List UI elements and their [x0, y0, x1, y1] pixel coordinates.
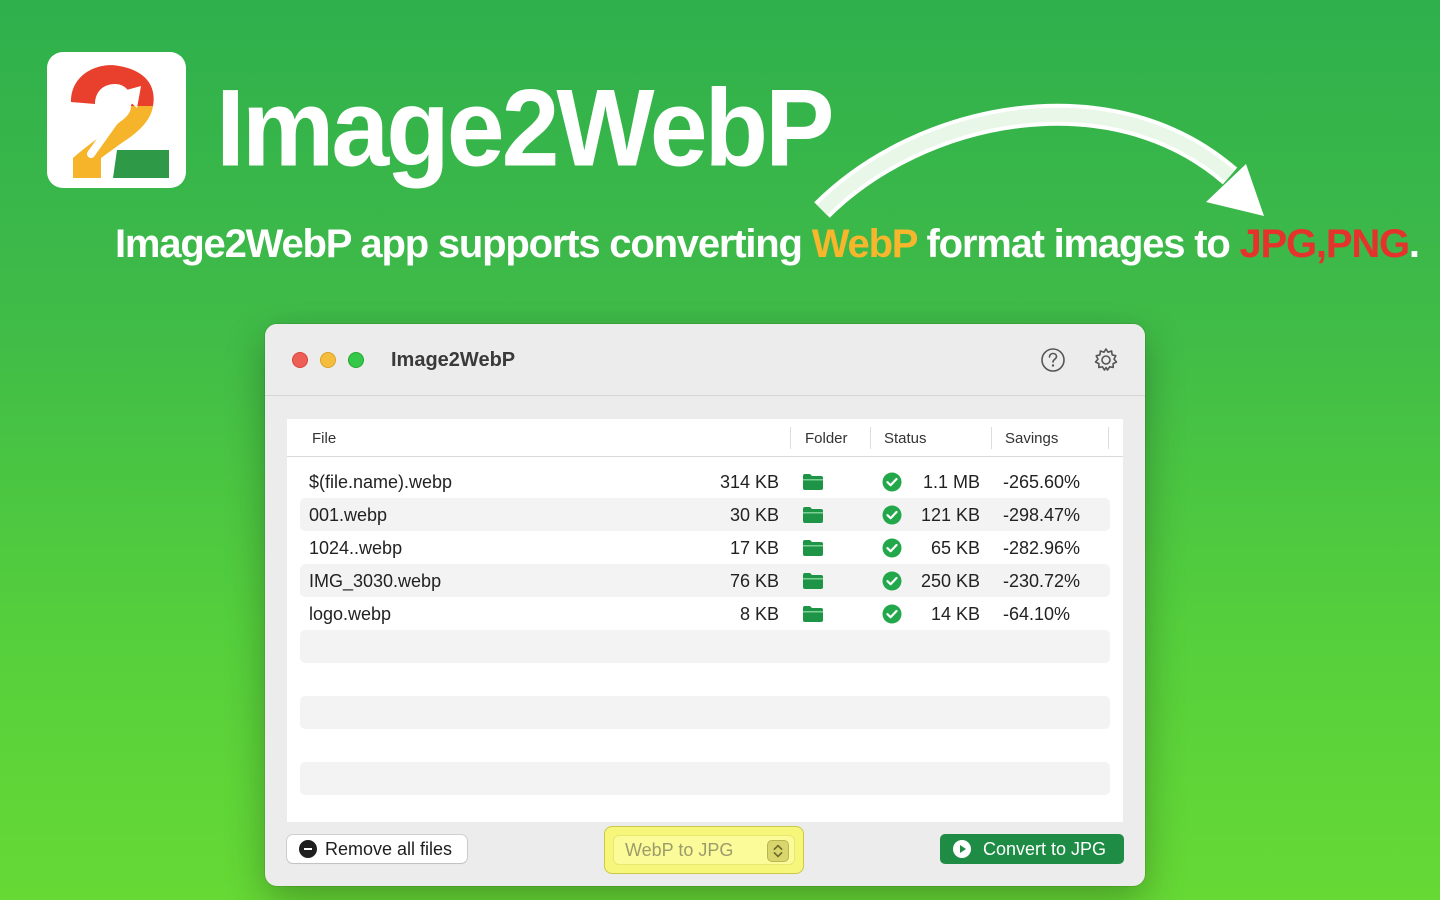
column-header-savings[interactable]: Savings: [1005, 429, 1058, 449]
converted-size: 121 KB: [920, 505, 980, 525]
brand-title: Image2WebP: [216, 68, 834, 190]
column-header-status[interactable]: Status: [884, 429, 927, 449]
converted-size: 65 KB: [930, 538, 980, 558]
converted-size: 14 KB: [930, 604, 980, 624]
savings-value: -282.96%: [1003, 538, 1081, 558]
file-name: IMG_3030.webp: [309, 571, 442, 591]
file-table: File Folder Status Savings $(file.name).…: [287, 419, 1123, 822]
app-window: Image2WebP File Folder Status Savings $(…: [265, 324, 1145, 886]
curved-arrow-icon: [814, 103, 1264, 218]
play-icon: [953, 840, 971, 858]
minus-circle-icon: [299, 840, 317, 858]
window-title: Image2WebP: [391, 349, 516, 371]
format-select-value: WebP to JPG: [625, 840, 734, 860]
empty-row: [300, 696, 1110, 729]
check-icon: [882, 538, 902, 558]
check-icon: [882, 604, 902, 624]
table-header: File Folder Status Savings: [287, 419, 1123, 457]
column-divider[interactable]: [1108, 427, 1109, 449]
convert-button-label: Convert to JPG: [983, 839, 1107, 859]
check-icon: [882, 571, 902, 591]
original-size: 17 KB: [729, 538, 779, 558]
original-size: 76 KB: [729, 571, 779, 591]
file-name: logo.webp: [309, 604, 392, 624]
column-header-folder[interactable]: Folder: [805, 429, 848, 449]
help-icon[interactable]: [1039, 346, 1067, 374]
check-icon: [882, 472, 902, 492]
column-divider[interactable]: [991, 427, 992, 449]
tagline-text-2: format images to: [916, 222, 1240, 266]
savings-value: -230.72%: [1003, 571, 1081, 591]
savings-value: -298.47%: [1003, 505, 1081, 525]
empty-row: [300, 729, 1110, 762]
folder-icon[interactable]: [803, 474, 823, 490]
tagline-highlight-formats: JPG,PNG: [1239, 222, 1410, 266]
converted-size: 250 KB: [920, 571, 980, 591]
zoom-window-button[interactable]: [348, 352, 364, 368]
format-select-highlight: WebP to JPG: [604, 826, 804, 874]
column-divider[interactable]: [790, 427, 791, 449]
savings-value: -64.10%: [1003, 604, 1071, 624]
empty-row: [300, 630, 1110, 663]
minimize-window-button[interactable]: [320, 352, 336, 368]
remove-all-files-label: Remove all files: [325, 839, 453, 859]
column-divider[interactable]: [870, 427, 871, 449]
check-icon: [882, 505, 902, 525]
file-name: 1024..webp: [309, 538, 403, 558]
original-size: 314 KB: [719, 472, 779, 492]
format-select[interactable]: WebP to JPG: [614, 836, 794, 864]
column-header-file[interactable]: File: [312, 429, 336, 449]
app-logo-icon: [71, 65, 169, 178]
file-name: 001.webp: [309, 505, 388, 525]
app-logo: [47, 52, 186, 188]
savings-value: -265.60%: [1003, 472, 1081, 492]
original-size: 8 KB: [739, 604, 779, 624]
close-window-button[interactable]: [292, 352, 308, 368]
remove-all-files-button[interactable]: Remove all files: [287, 835, 467, 863]
up-down-chevron-icon: [767, 840, 789, 862]
table-row[interactable]: logo.webp 8 KB 14 KB -64.10%: [300, 597, 1110, 630]
tagline-text: Image2WebP app supports converting: [115, 222, 812, 266]
table-row[interactable]: IMG_3030.webp 76 KB 250 KB -230.72%: [300, 564, 1110, 597]
convert-button[interactable]: Convert to JPG: [940, 834, 1124, 864]
folder-icon[interactable]: [803, 606, 823, 622]
folder-icon[interactable]: [803, 540, 823, 556]
original-size: 30 KB: [729, 505, 779, 525]
folder-icon[interactable]: [803, 573, 823, 589]
empty-row: [300, 762, 1110, 795]
gear-icon[interactable]: [1092, 346, 1120, 374]
title-bar: Image2WebP: [265, 324, 1145, 396]
table-row[interactable]: 001.webp 30 KB 121 KB -298.47%: [300, 498, 1110, 531]
table-row[interactable]: 1024..webp 17 KB 65 KB -282.96%: [300, 531, 1110, 564]
tagline-highlight-webp: WebP: [811, 222, 918, 266]
folder-icon[interactable]: [803, 507, 823, 523]
empty-row: [300, 663, 1110, 696]
converted-size: 1.1 MB: [922, 472, 980, 492]
tagline-end: .: [1408, 222, 1420, 266]
file-name: $(file.name).webp: [309, 472, 453, 492]
tagline: Image2WebP app supports converting WebP …: [115, 218, 1420, 270]
table-row[interactable]: $(file.name).webp 314 KB 1.1 MB -265.60%: [300, 465, 1110, 498]
